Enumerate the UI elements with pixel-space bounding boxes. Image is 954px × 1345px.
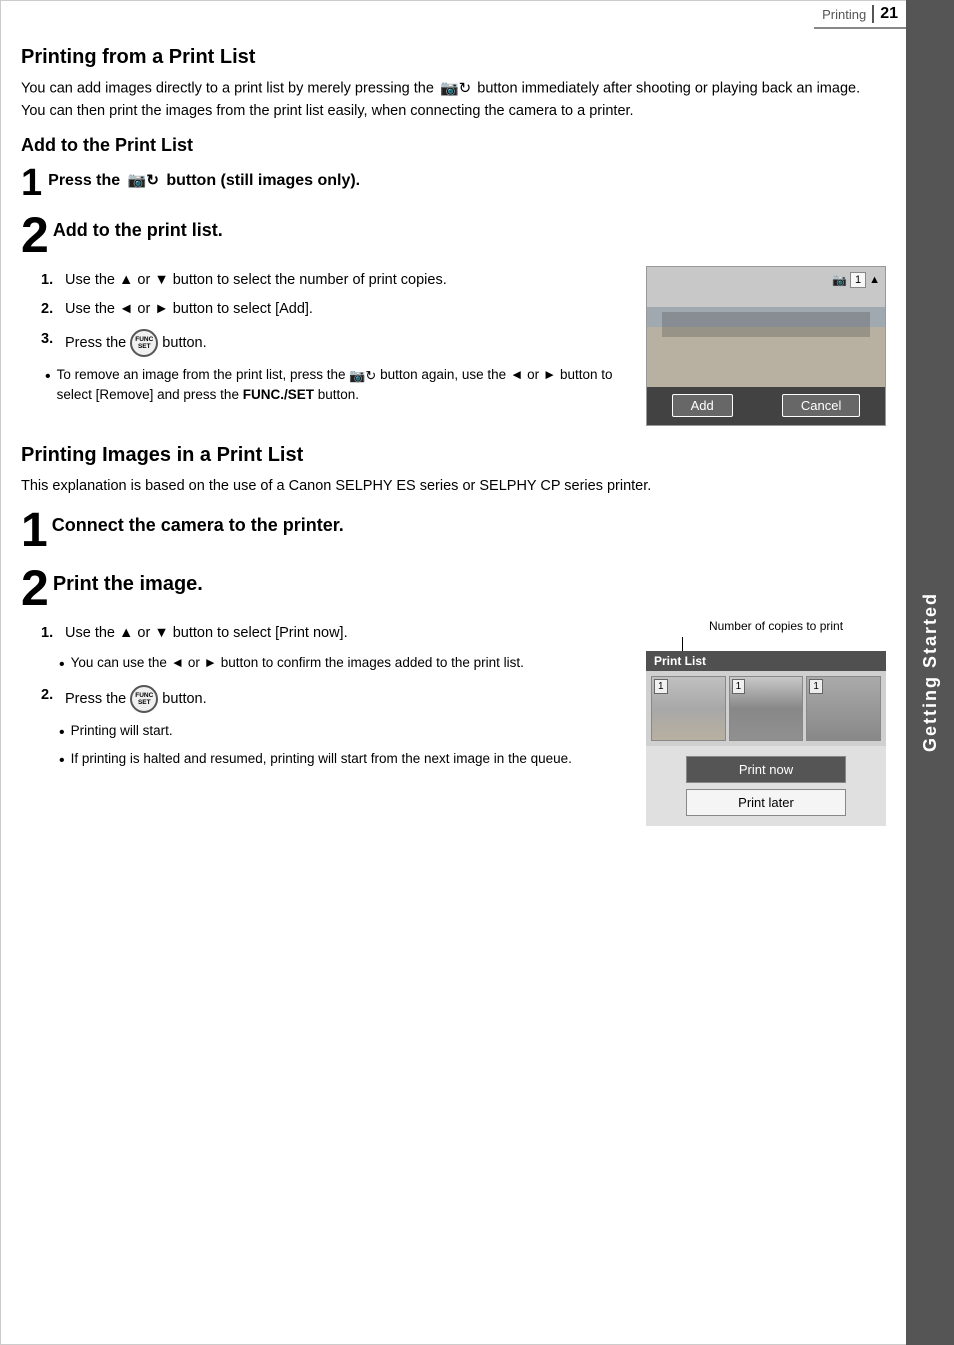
preview-bottom-bar: Add Cancel xyxy=(647,387,885,425)
header-divider xyxy=(872,5,874,23)
print-step2-text: Print the image. xyxy=(53,563,203,596)
step2-number: 2 xyxy=(21,210,49,260)
arrow-up-badge: ▲ xyxy=(869,274,880,286)
step1-text-after: button (still images only). xyxy=(166,172,360,189)
intro-text3: You can then print the images from the p… xyxy=(21,103,634,119)
step2-substep1: 1. Use the ▲ or ▼ button to select the n… xyxy=(41,270,631,292)
step2-substeps: 1. Use the ▲ or ▼ button to select the n… xyxy=(41,270,631,358)
print-substep1-num: 1. xyxy=(41,623,59,645)
copy-number-badge: 1 xyxy=(850,272,866,288)
print-overlay-icon: 📷 xyxy=(832,273,847,287)
print-bullet3: • If printing is halted and resumed, pri… xyxy=(59,749,631,773)
print-step2-left: 1. Use the ▲ or ▼ button to select [Prin… xyxy=(21,619,631,777)
print-step2-header: 2 Print the image. xyxy=(21,563,886,613)
func-set-icon2: FUNCSET xyxy=(130,685,158,713)
print-bullet2-text: Printing will start. xyxy=(71,721,173,741)
section1-title: Printing from a Print List xyxy=(21,46,886,69)
print-bullet-dot3: • xyxy=(59,749,65,773)
substep2-text: Use the ◄ or ► button to select [Add]. xyxy=(65,299,313,321)
print-bullet-dot1: • xyxy=(59,653,65,677)
photo-thumb-3: 1 xyxy=(806,676,881,741)
print-icon1: 📷↻ xyxy=(440,77,471,100)
arrow-line xyxy=(682,637,683,651)
substep1-num: 1. xyxy=(41,270,59,292)
step1-text: Press the 📷↻ button (still images only). xyxy=(48,164,360,192)
copies-label-text: Number of copies to print xyxy=(709,619,843,633)
substep2-num: 2. xyxy=(41,299,59,321)
copies-label: Number of copies to print xyxy=(666,619,886,633)
step2-text: Add to the print list. xyxy=(53,210,223,241)
section1-intro: You can add images directly to a print l… xyxy=(21,77,886,123)
print-step2-layout: 1. Use the ▲ or ▼ button to select [Prin… xyxy=(21,619,886,826)
photo-thumb-2: 1 xyxy=(729,676,804,741)
print-substep1: 1. Use the ▲ or ▼ button to select [Prin… xyxy=(41,623,631,645)
intro-text1: You can add images directly to a print l… xyxy=(21,80,434,96)
step2-substep3: 3. Press the FUNCSET button. xyxy=(41,329,631,357)
print-icon3: 📷↻ xyxy=(349,366,376,386)
step1-text-before: Press the xyxy=(48,172,120,189)
print-bullet2: • Printing will start. xyxy=(59,721,631,745)
step1-container: 1 Press the 📷↻ button (still images only… xyxy=(21,164,886,202)
photo-num-3: 1 xyxy=(809,679,823,694)
section-label: Printing xyxy=(822,7,866,22)
bullet-dot1: • xyxy=(45,365,51,389)
beach-scene xyxy=(662,312,870,337)
menu-print-now: Print now xyxy=(686,756,846,783)
camera-preview-image: 📷 1 ▲ Add Cancel xyxy=(646,266,886,426)
photo-num-1: 1 xyxy=(654,679,668,694)
intro-text2: button immediately after shooting or pla… xyxy=(477,80,860,96)
print-substep1-text: Use the ▲ or ▼ button to select [Print n… xyxy=(65,623,348,645)
print-bullet-dot2: • xyxy=(59,721,65,745)
print-bullet1: • You can use the ◄ or ► button to confi… xyxy=(59,653,631,677)
print-icon2: 📷↻ xyxy=(128,170,159,191)
func-set-icon1: FUNCSET xyxy=(130,329,158,357)
overlay-icons: 📷 1 ▲ xyxy=(832,272,880,288)
subsection1-title: Add to the Print List xyxy=(21,135,886,156)
add-button-preview: Add xyxy=(672,394,733,417)
substep1-text: Use the ▲ or ▼ button to select the numb… xyxy=(65,270,447,292)
substep3-text: Press the FUNCSET button. xyxy=(65,329,207,357)
print-substep2-text: Press the FUNCSET button. xyxy=(65,685,207,713)
section2-title: Printing Images in a Print List xyxy=(21,444,886,467)
print-substep2: 2. Press the FUNCSET button. xyxy=(41,685,631,713)
step2-substep2: 2. Use the ◄ or ► button to select [Add]… xyxy=(41,299,631,321)
print-step2-substeps: 1. Use the ▲ or ▼ button to select [Prin… xyxy=(41,623,631,773)
print-step1-text: Connect the camera to the printer. xyxy=(52,507,344,536)
print-list-widget: Print List 1 1 1 xyxy=(646,651,886,826)
photo-thumb-1: 1 xyxy=(651,676,726,741)
page-number: 21 xyxy=(880,5,898,23)
copies-arrow xyxy=(682,637,683,651)
step2-header-container: 2 Add to the print list. xyxy=(21,210,886,260)
menu-print-later: Print later xyxy=(686,789,846,816)
sidebar-tab-label: Getting Started xyxy=(910,572,951,772)
print-list-photos: 1 1 1 xyxy=(646,671,886,746)
substep3-num: 3. xyxy=(41,329,59,351)
print-list-image-area: Number of copies to print Print List 1 xyxy=(646,619,886,826)
bullet1-text: To remove an image from the print list, … xyxy=(57,365,631,406)
step1-number: 1 xyxy=(21,164,42,202)
print-step1-container: 1 Connect the camera to the printer. xyxy=(21,507,886,555)
step2-left: 1. Use the ▲ or ▼ button to select the n… xyxy=(21,266,631,410)
main-content: Printing 21 Printing from a Print List Y… xyxy=(0,0,906,1345)
print-bullet1-text: You can use the ◄ or ► button to confirm… xyxy=(71,653,524,673)
step2-layout: 1. Use the ▲ or ▼ button to select the n… xyxy=(21,266,886,426)
print-list-menu: Print now Print later xyxy=(646,746,886,826)
page-header: Printing 21 xyxy=(814,1,906,29)
print-list-header: Print List xyxy=(646,651,886,671)
print-step2-number: 2 xyxy=(21,563,49,613)
print-substep2-num: 2. xyxy=(41,685,59,707)
step2-bullet1: • To remove an image from the print list… xyxy=(45,365,631,406)
photo-num-2: 1 xyxy=(732,679,746,694)
print-step1-number: 1 xyxy=(21,507,48,555)
page-wrapper: Printing 21 Printing from a Print List Y… xyxy=(0,0,954,1345)
print-bullet3-text: If printing is halted and resumed, print… xyxy=(71,749,572,769)
cancel-button-preview: Cancel xyxy=(782,394,860,417)
section2-intro: This explanation is based on the use of … xyxy=(21,475,886,497)
sidebar: Getting Started xyxy=(906,0,954,1345)
